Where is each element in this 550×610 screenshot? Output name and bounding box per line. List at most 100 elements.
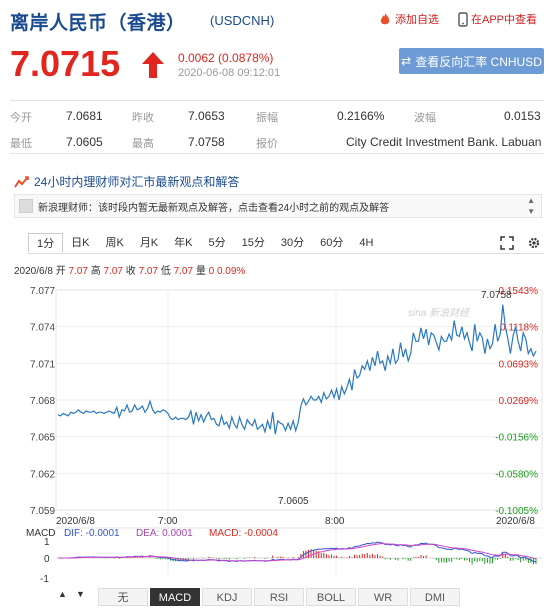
add-watchlist-button[interactable]: 添加自选 — [378, 11, 439, 27]
macd-label: MACD — [26, 528, 55, 539]
next-arrow-icon[interactable]: ▼ — [76, 589, 85, 599]
ohlc-volume-value: 0 — [208, 266, 215, 277]
low-value: 7.0605 — [66, 135, 103, 149]
ohlc-high-value: 7.07 — [103, 266, 123, 277]
expert-message-row[interactable]: 新浪理财师：该时段内暂无最新观点及解答，点击查看24小时之前的观点及解答 ▲ ▼ — [14, 194, 542, 218]
watermark-text: sina 新浪财经 — [408, 307, 470, 319]
x-tick-label: 8:00 — [325, 516, 345, 527]
up-arrow-icon — [142, 52, 164, 78]
macd-dif: DIF: -0.0001 — [64, 528, 120, 539]
scroll-down-icon[interactable]: ▼ — [527, 207, 535, 216]
macd-y-tick: 0 — [44, 554, 50, 565]
indicator-rsi[interactable]: RSI — [254, 588, 304, 606]
ohlc-volume-label: 量 — [195, 266, 206, 277]
macd-y-tick: -1 — [40, 574, 49, 585]
swap-icon: ⇄ — [401, 54, 412, 68]
y-tick-label: 7.071 — [30, 359, 55, 370]
view-in-app-button[interactable]: 在APP中查看 — [458, 11, 537, 27]
y-tick-label: 7.059 — [30, 506, 55, 517]
amplitude-label: 振幅 — [256, 112, 278, 124]
expert-panel-label: 24小时内理财师对汇市最新观点和解答 — [34, 175, 240, 189]
tab-yearly[interactable]: 年K — [166, 233, 200, 253]
avatar — [19, 199, 33, 213]
price-change: 0.0062 (0.0878%) — [178, 51, 274, 65]
tab-1min[interactable]: 1分 — [28, 233, 64, 253]
current-price: 7.0715 — [10, 43, 121, 84]
indicator-boll[interactable]: BOLL — [306, 588, 356, 606]
ohlc-open-value: 7.07 — [68, 266, 88, 277]
tab-15min[interactable]: 15分 — [234, 233, 273, 253]
indicator-none[interactable]: 无 — [98, 588, 148, 606]
tab-5min[interactable]: 5分 — [201, 233, 234, 253]
page-title: 离岸人民币（香港） — [10, 13, 186, 34]
y-tick-label: 7.074 — [30, 323, 55, 334]
tab-weekly[interactable]: 周K — [97, 233, 131, 253]
y-tick-label: 7.077 — [30, 286, 55, 297]
macd-value: MACD: -0.0004 — [209, 528, 278, 539]
scroll-up-icon[interactable]: ▲ — [527, 196, 535, 205]
ohlc-open-label: 开 — [55, 266, 66, 277]
ohlc-date: 2020/6/8 — [14, 266, 53, 277]
symbol-code: (USDCNH) — [210, 13, 275, 28]
wave-value: 0.0153 — [504, 109, 541, 123]
ohlc-low-value: 7.07 — [173, 266, 194, 277]
high-marker-label: 7.0758 — [481, 290, 512, 301]
indicator-macd[interactable]: MACD — [150, 588, 200, 606]
quote-source-value: City Credit Investment Bank. Labuan — [346, 135, 542, 149]
tab-30min[interactable]: 30分 — [273, 233, 312, 253]
open-label: 今开 — [10, 112, 32, 124]
macd-y-tick: 1 — [44, 537, 50, 548]
expert-message: 新浪理财师：该时段内暂无最新观点及解答，点击查看24小时之前的观点及解答 — [38, 202, 390, 214]
ohlc-line: 2020/6/8 开 7.07 高 7.07 收 7.07 低 7.07 量 0… — [14, 262, 245, 277]
prev-arrow-icon[interactable]: ▲ — [58, 589, 67, 599]
add-watchlist-label: 添加自选 — [395, 14, 439, 26]
x-tick-label: 2020/6/8 — [56, 516, 95, 527]
trend-icon — [14, 175, 29, 188]
ohlc-low-label: 低 — [160, 266, 171, 277]
view-in-app-label: 在APP中查看 — [471, 14, 538, 26]
fullscreen-icon[interactable] — [500, 236, 514, 250]
stats-table: 今开 7.0681 昨收 7.0653 振幅 0.2166% 波幅 0.0153… — [10, 100, 544, 154]
expert-panel-title[interactable]: 24小时内理财师对汇市最新观点和解答 — [14, 173, 239, 190]
reverse-rate-button[interactable]: ⇄ 查看反向汇率 CNHUSD — [399, 48, 544, 74]
pct-tick-label: -0.0580% — [495, 469, 538, 480]
ohlc-high-label: 高 — [90, 266, 101, 277]
indicator-dmi[interactable]: DMI — [410, 588, 460, 606]
open-value: 7.0681 — [66, 109, 103, 123]
amplitude-value: 0.2166% — [337, 109, 385, 123]
high-value: 7.0758 — [188, 135, 225, 149]
pct-tick-label: 0.0693% — [499, 359, 539, 370]
quote-source-label: 报价 — [256, 138, 278, 150]
phone-icon — [458, 11, 468, 27]
reverse-rate-label: 查看反向汇率 CNHUSD — [415, 54, 542, 69]
indicator-bar: 无 MACD KDJ RSI BOLL WR DMI — [98, 588, 462, 606]
settings-icon[interactable] — [527, 236, 541, 250]
high-label: 最高 — [132, 138, 154, 150]
tab-daily[interactable]: 日K — [63, 233, 97, 253]
ohlc-percent: 0.09% — [216, 266, 246, 277]
tab-4h[interactable]: 4H — [351, 233, 381, 253]
prev-close-label: 昨收 — [132, 112, 154, 124]
macd-dea: DEA: 0.0001 — [136, 528, 193, 539]
period-tabs: 1分 日K 周K 月K 年K 5分 15分 30分 60分 4H — [28, 233, 381, 253]
x-tick-label: 7:00 — [158, 516, 178, 527]
pct-tick-label: -0.0156% — [495, 433, 538, 444]
ohlc-close-label: 收 — [125, 266, 136, 277]
indicator-wr[interactable]: WR — [358, 588, 408, 606]
low-marker-label: 7.0605 — [278, 496, 309, 507]
price-chart[interactable]: 7.0777.0747.0717.0687.0657.0627.0590.154… — [0, 278, 550, 588]
price-line — [57, 304, 537, 435]
ohlc-close-value: 7.07 — [138, 266, 159, 277]
low-label: 最低 — [10, 138, 32, 150]
tab-divider — [28, 253, 544, 254]
quote-timestamp: 2020-06-08 09:12:01 — [178, 67, 281, 79]
flame-icon — [380, 13, 390, 25]
indicator-kdj[interactable]: KDJ — [202, 588, 252, 606]
prev-close-value: 7.0653 — [188, 109, 225, 123]
tab-60min[interactable]: 60分 — [312, 233, 351, 253]
pct-tick-label: 0.0269% — [499, 396, 539, 407]
y-tick-label: 7.068 — [30, 396, 55, 407]
wave-label: 波幅 — [414, 112, 436, 124]
y-tick-label: 7.065 — [30, 433, 55, 444]
tab-monthly[interactable]: 月K — [132, 233, 166, 253]
